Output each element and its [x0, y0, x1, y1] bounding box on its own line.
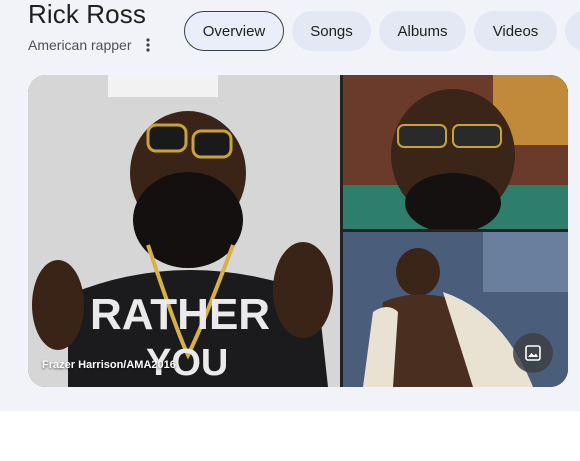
portrait-illustration: RATHER YOU [28, 75, 340, 387]
image-gallery: RATHER YOU Frazer Harrison/AMA2016 [28, 75, 568, 387]
more-options-button[interactable] [140, 35, 156, 55]
gallery-image-main[interactable]: RATHER YOU Frazer Harrison/AMA2016 [28, 75, 340, 387]
tab-overview[interactable]: Overview [184, 11, 284, 51]
more-vert-icon [146, 38, 150, 52]
view-images-button[interactable] [513, 333, 553, 373]
portrait-illustration-2 [343, 75, 568, 229]
svg-text:RATHER: RATHER [90, 290, 270, 339]
image-credit: Frazer Harrison/AMA2016 [42, 359, 176, 371]
tab-songs[interactable]: Songs [292, 11, 371, 51]
entity-subtitle: American rapper [28, 37, 132, 53]
gallery-image-2[interactable] [343, 75, 568, 229]
tab-videos[interactable]: Videos [474, 11, 557, 51]
tab-albums[interactable]: Albums [379, 11, 466, 51]
entity-title: Rick Ross [28, 0, 146, 29]
image-icon [525, 345, 541, 361]
